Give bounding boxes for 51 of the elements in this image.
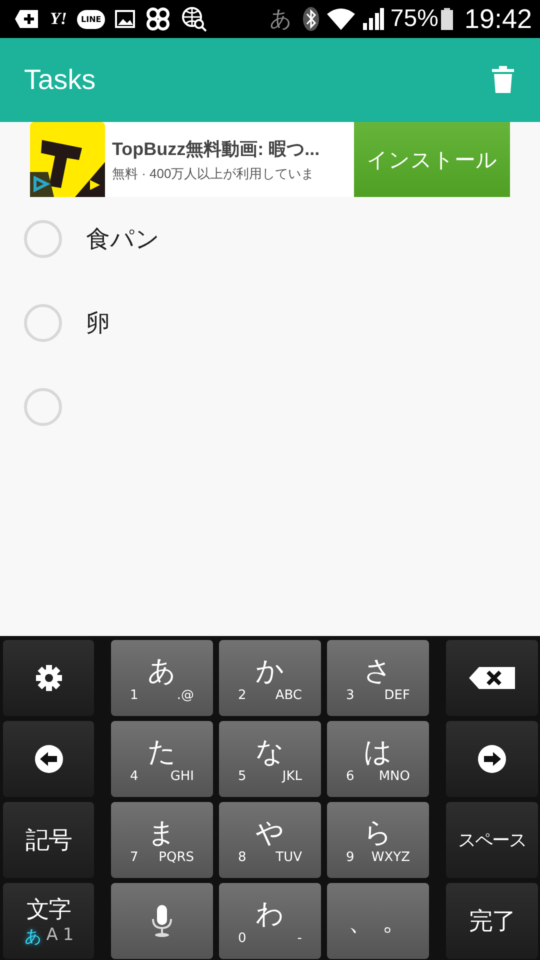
- wifi-icon: [326, 7, 356, 31]
- keyboard-key[interactable]: 、 。: [327, 883, 429, 959]
- settings-key[interactable]: [3, 640, 94, 716]
- kana-key[interactable]: わ 0 -: [219, 883, 321, 959]
- image-icon: [115, 10, 136, 28]
- battery-percent: 75%: [390, 5, 438, 33]
- chat-notification: LINE: [77, 10, 106, 28]
- battery-icon: [440, 7, 454, 31]
- yahoo-notification: Y!: [50, 9, 67, 29]
- microphone-icon: [151, 905, 173, 937]
- settings-icon: [34, 664, 62, 692]
- kana-key[interactable]: か 2 ABC: [219, 640, 321, 716]
- keyboard-key[interactable]: 完了: [446, 883, 538, 959]
- globe-search-icon: [181, 6, 208, 32]
- kana-key[interactable]: は 6 MNO: [327, 721, 429, 797]
- task-checkbox[interactable]: [24, 304, 62, 342]
- bluetooth-icon: [302, 6, 320, 32]
- ad-banner[interactable]: TopBuzz無料動画: 暇つ... 無料 · 400万人以上が利用していま インストール: [30, 122, 510, 197]
- keyboard-key[interactable]: 記号: [3, 802, 94, 878]
- app-title: Tasks: [24, 64, 96, 96]
- mode-option: 1: [62, 924, 73, 948]
- kana-key[interactable]: ま 7 PQRS: [111, 802, 213, 878]
- mode-option: あ: [24, 924, 40, 948]
- backspace-icon: [469, 667, 515, 689]
- clock: 19:42: [464, 4, 532, 34]
- keyboard-key[interactable]: スペース: [446, 802, 538, 878]
- cursor-left-key[interactable]: [3, 721, 94, 797]
- app-logo-icon: [30, 122, 105, 197]
- cursor-right-key[interactable]: [446, 721, 538, 797]
- kana-key[interactable]: あ 1 .@: [111, 640, 213, 716]
- task-checkbox[interactable]: [24, 220, 62, 258]
- signal-icon: [362, 7, 384, 31]
- task-text[interactable]: 卵: [86, 307, 110, 339]
- add-notification-icon: [14, 9, 40, 29]
- kana-key[interactable]: さ 3 DEF: [327, 640, 429, 716]
- task-checkbox[interactable]: [24, 388, 62, 426]
- mode-option: A: [46, 924, 57, 948]
- input-mode-indicator: あ: [269, 6, 292, 34]
- flower-icon: [145, 6, 172, 32]
- ad-title: TopBuzz無料動画: 暇つ...: [112, 138, 321, 160]
- kana-key[interactable]: た 4 GHI: [111, 721, 213, 797]
- kana-key[interactable]: な 5 JKL: [219, 721, 321, 797]
- kana-key[interactable]: や 8 TUV: [219, 802, 321, 878]
- ad-subtitle: 無料 · 400万人以上が利用していま: [112, 164, 316, 182]
- delete-icon[interactable]: [492, 66, 514, 94]
- mode-key[interactable]: 文字 あ A 1: [3, 883, 94, 959]
- voice-input-key[interactable]: [111, 883, 213, 959]
- backspace-key[interactable]: [446, 640, 538, 716]
- kana-key[interactable]: ら 9 WXYZ: [327, 802, 429, 878]
- mode-key-label: 文字: [26, 896, 70, 924]
- task-text[interactable]: 食パン: [86, 223, 160, 255]
